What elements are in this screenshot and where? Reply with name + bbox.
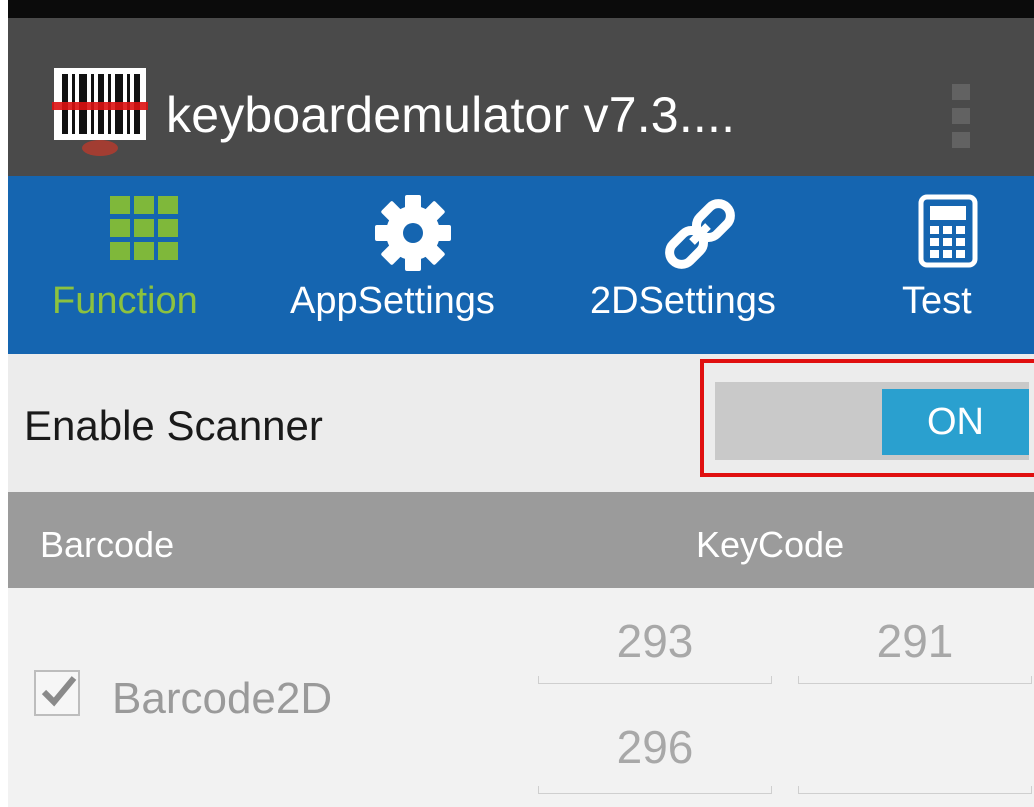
tab-bar: Function AppSettings 2DSettings Test	[8, 176, 1034, 354]
action-bar: keyboardemulator v7.3....	[8, 18, 1034, 176]
tab-2dsettings-label: 2DSettings	[590, 280, 776, 322]
keycode-field-3[interactable]: 296	[538, 721, 772, 794]
tab-function-label: Function	[52, 280, 198, 322]
app-title: keyboardemulator v7.3....	[166, 87, 736, 143]
keycode-field-4[interactable]	[798, 724, 1032, 794]
screen-edge	[0, 0, 8, 807]
keycode-field-2[interactable]: 291	[798, 614, 1032, 684]
checkmark-icon	[41, 676, 77, 707]
tab-appsettings[interactable]: AppSettings	[278, 176, 548, 354]
enable-scanner-label: Enable Scanner	[24, 402, 323, 449]
keycode-value-3: 296	[616, 721, 694, 773]
keycode-value-1: 293	[616, 615, 694, 667]
keycode-field-1[interactable]: 293	[538, 614, 772, 684]
link-icon	[665, 199, 735, 269]
barcode2d-checkbox[interactable]	[34, 670, 80, 716]
enable-scanner-row: Enable Scanner ON	[8, 354, 1034, 492]
overflow-menu-icon[interactable]	[942, 80, 982, 150]
calculator-icon	[918, 194, 978, 268]
highlight-box	[700, 359, 1034, 477]
column-header-barcode: Barcode	[40, 524, 175, 565]
app-screen: keyboardemulator v7.3.... Function AppSe…	[0, 0, 1034, 807]
table-header: Barcode KeyCode	[8, 492, 1034, 588]
tab-appsettings-label: AppSettings	[290, 280, 495, 322]
barcode2d-label: Barcode2D	[112, 674, 333, 723]
table-row: Barcode2D 293 291 296	[8, 588, 1034, 807]
grid-icon	[110, 196, 178, 260]
gear-icon	[375, 195, 451, 271]
tab-test[interactable]: Test	[888, 176, 1034, 354]
column-header-keycode: KeyCode	[696, 524, 845, 565]
keycode-value-2: 291	[876, 615, 954, 667]
barcode-scanner-icon	[52, 68, 148, 156]
tab-function[interactable]: Function	[48, 176, 278, 354]
tab-2dsettings[interactable]: 2DSettings	[578, 176, 828, 354]
status-bar	[0, 0, 1034, 18]
tab-test-label: Test	[902, 280, 972, 322]
